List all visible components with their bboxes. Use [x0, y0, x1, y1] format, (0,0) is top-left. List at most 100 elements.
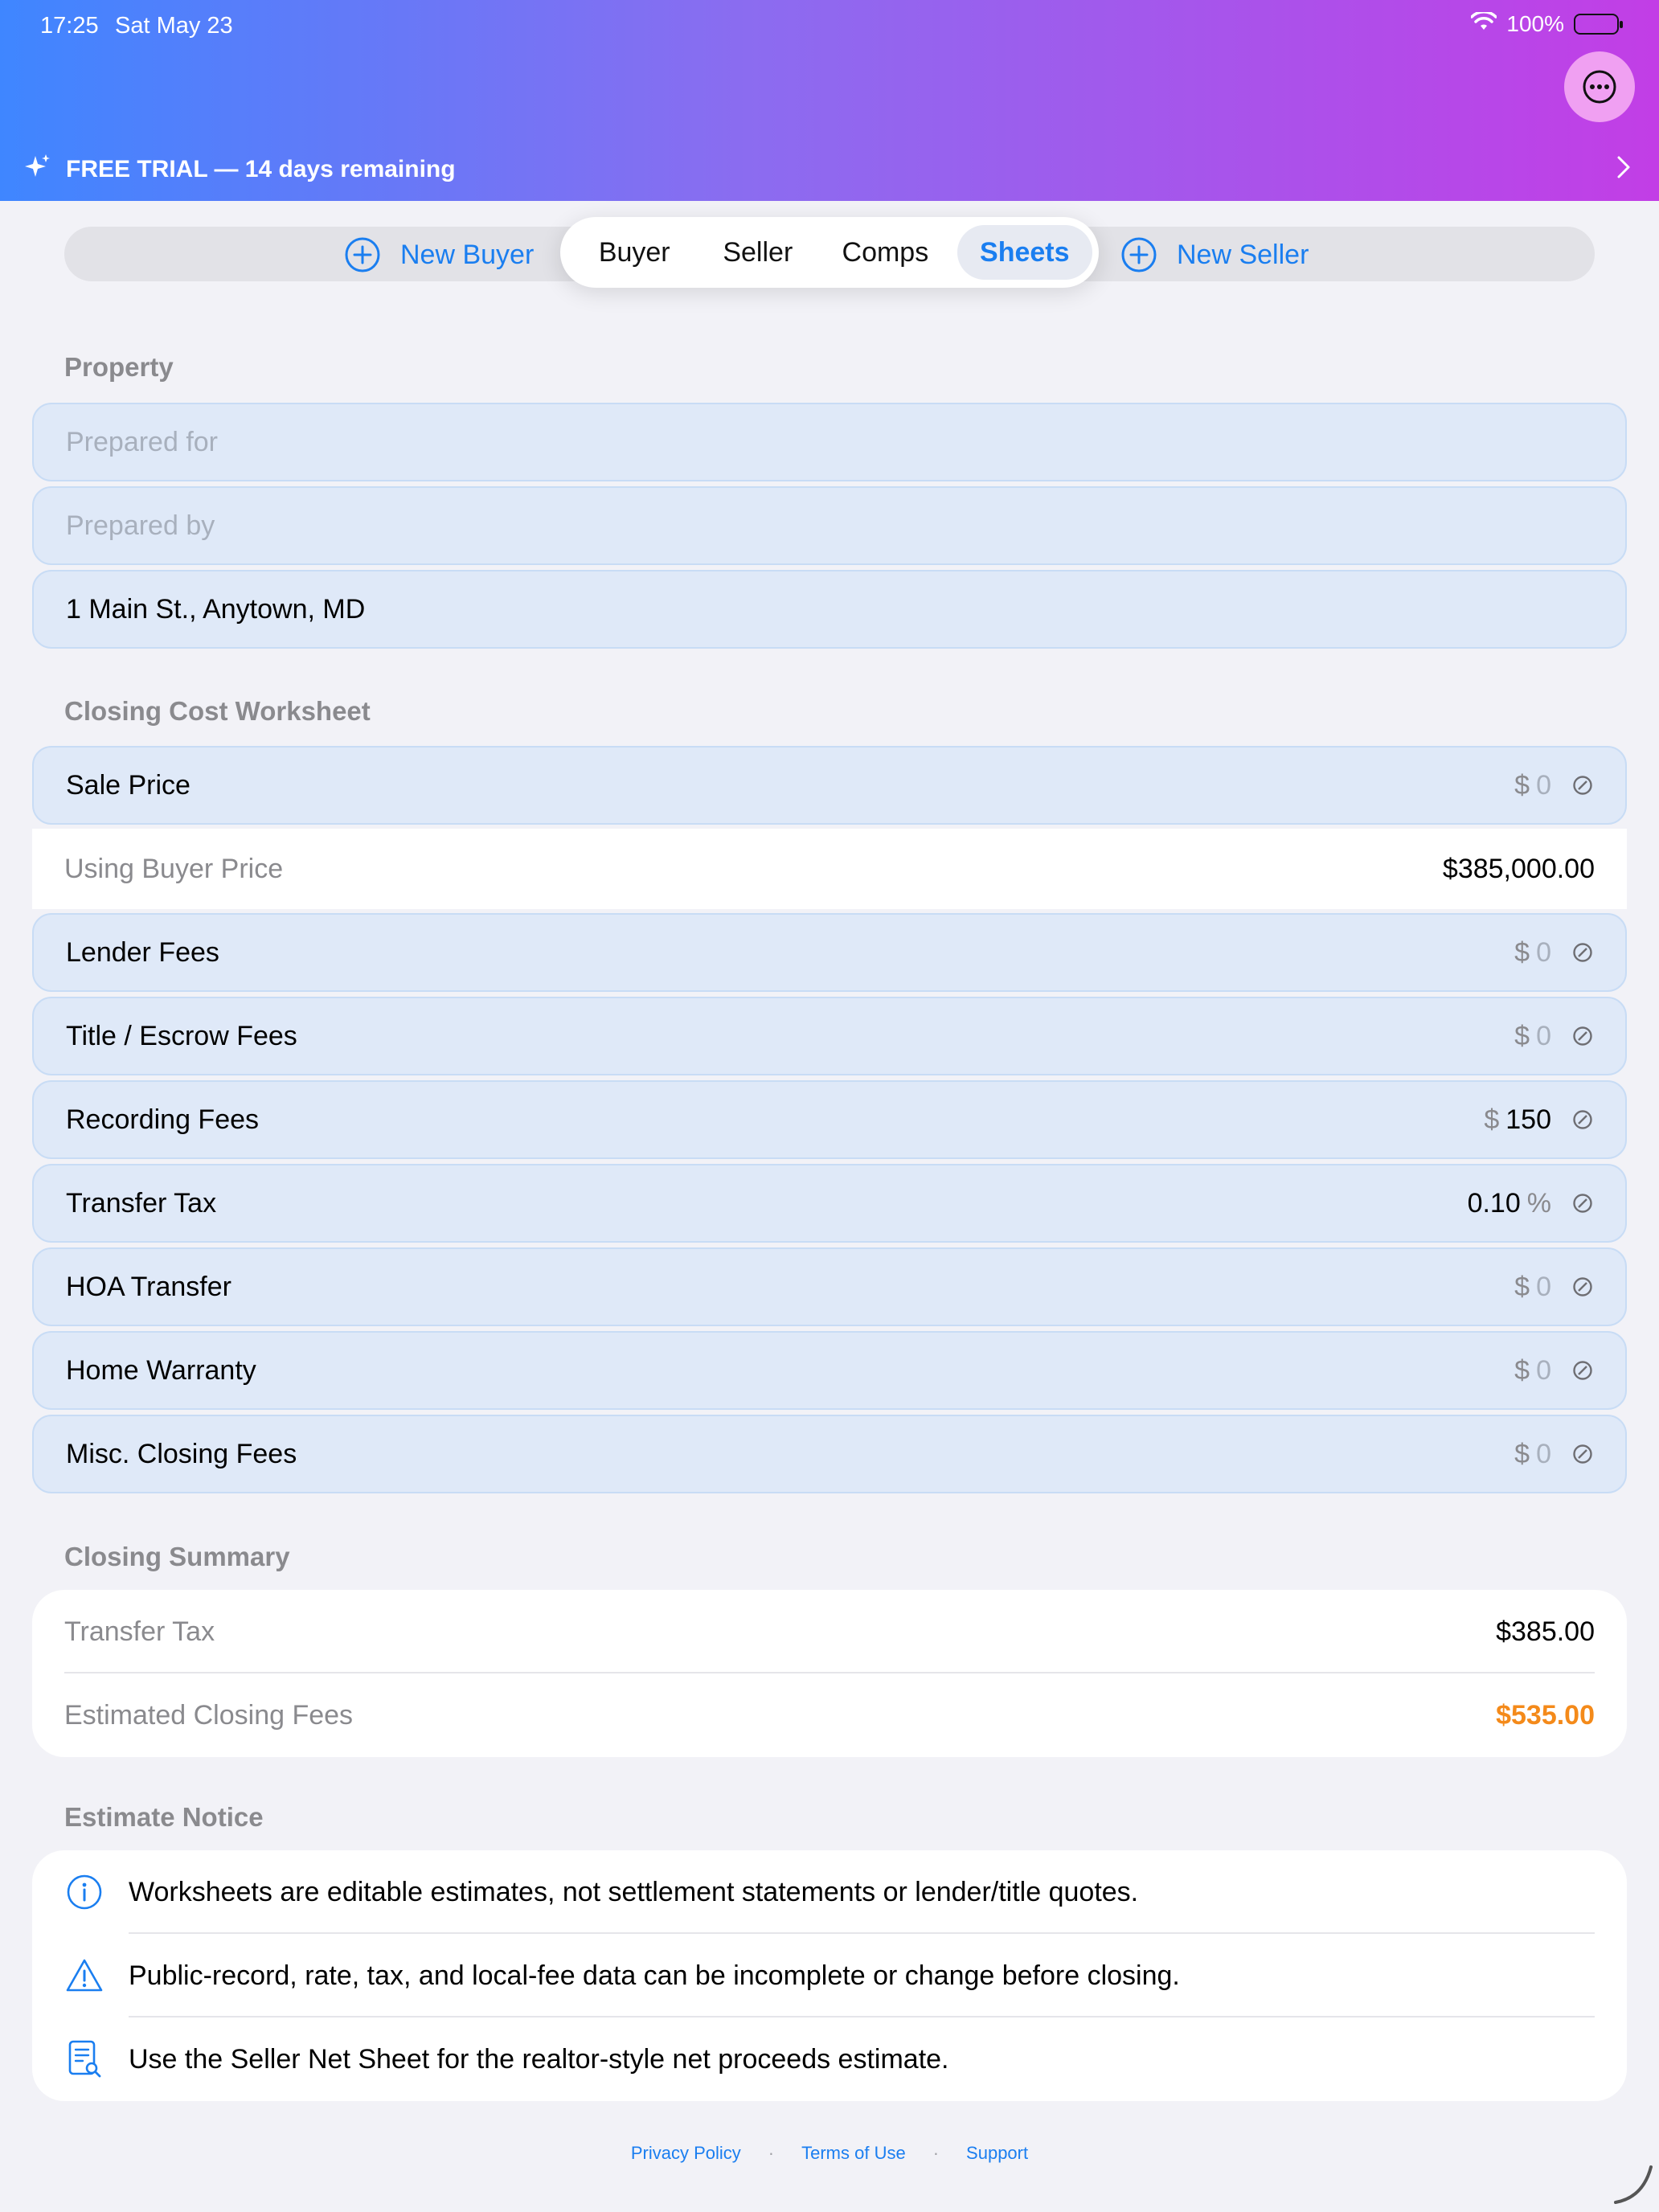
trial-text: FREE TRIAL — 14 days remaining	[66, 156, 456, 182]
status-right: 100%	[1470, 10, 1623, 37]
terms-of-use-link[interactable]: Terms of Use	[801, 2143, 906, 2164]
new-seller-button[interactable]: New Seller	[1120, 236, 1309, 273]
estimate-notice-card: Worksheets are editable estimates, not s…	[32, 1850, 1627, 2101]
currency-unit: $	[1514, 1354, 1530, 1386]
new-buyer-label: New Buyer	[400, 239, 535, 270]
property-section-title: Property	[64, 352, 174, 382]
misc-closing-field[interactable]: Misc. Closing Fees $0	[32, 1415, 1627, 1493]
worksheet-section-title: Closing Cost Worksheet	[64, 696, 371, 726]
new-seller-label: New Seller	[1177, 239, 1309, 270]
wifi-icon	[1470, 10, 1498, 37]
prepared-by-field[interactable]: Prepared by	[32, 486, 1627, 565]
summary-section-title: Closing Summary	[64, 1542, 290, 1571]
notice-text: Worksheets are editable estimates, not s…	[129, 1876, 1139, 1907]
new-buyer-button[interactable]: New Buyer	[344, 236, 534, 273]
summary-transfer-tax-label: Transfer Tax	[64, 1616, 215, 1647]
battery-icon	[1574, 14, 1623, 35]
more-menu-button[interactable]	[1564, 51, 1635, 122]
using-buyer-price-value: $385,000.00	[1442, 853, 1595, 884]
free-trial-banner[interactable]: FREE TRIAL — 14 days remaining	[24, 153, 456, 186]
clear-icon[interactable]	[1572, 942, 1593, 963]
chevron-right-icon[interactable]	[1616, 154, 1632, 184]
document-search-icon	[64, 2039, 104, 2079]
clear-icon[interactable]	[1572, 1026, 1593, 1047]
sale-price-field[interactable]: Sale Price $0	[32, 746, 1627, 825]
clear-icon[interactable]	[1572, 1444, 1593, 1464]
using-buyer-price-label: Using Buyer Price	[64, 853, 284, 884]
estimated-closing-fees-label: Estimated Closing Fees	[64, 1699, 354, 1731]
sale-price-label: Sale Price	[66, 769, 190, 801]
clear-icon[interactable]	[1572, 775, 1593, 796]
separator: ·	[932, 2143, 940, 2163]
estimated-closing-fees-value: $535.00	[1496, 1699, 1595, 1731]
battery-percent: 100%	[1506, 11, 1564, 36]
currency-unit: $	[1514, 1020, 1530, 1051]
prepared-for-placeholder: Prepared for	[66, 426, 218, 457]
sale-price-value[interactable]: 0	[1536, 770, 1551, 801]
plus-circle-icon	[345, 237, 380, 272]
header-banner: 17:25 Sat May 23 100% FREE TRIAL — 14 da…	[0, 0, 1659, 201]
estimated-closing-fees-row: Estimated Closing Fees $535.00	[32, 1673, 1627, 1757]
resize-handle-icon[interactable]	[1611, 2162, 1656, 2207]
tab-buyer[interactable]: Buyer	[567, 225, 702, 280]
footer-links: Privacy Policy · Terms of Use · Support	[0, 2143, 1659, 2164]
currency-unit: $	[1514, 769, 1530, 801]
summary-transfer-tax-row: Transfer Tax $385.00	[32, 1590, 1627, 1673]
currency-unit: $	[1514, 936, 1530, 968]
transfer-tax-field[interactable]: Transfer Tax 0.10%	[32, 1164, 1627, 1243]
separator: ·	[768, 2143, 775, 2163]
transfer-tax-label: Transfer Tax	[66, 1187, 217, 1219]
tab-comps[interactable]: Comps	[813, 225, 956, 280]
address-field[interactable]: 1 Main St., Anytown, MD	[32, 570, 1627, 649]
privacy-policy-link[interactable]: Privacy Policy	[631, 2143, 741, 2164]
misc-closing-label: Misc. Closing Fees	[66, 1438, 297, 1469]
clear-icon[interactable]	[1572, 1109, 1593, 1130]
hoa-transfer-label: HOA Transfer	[66, 1271, 231, 1302]
misc-closing-value[interactable]: 0	[1536, 1439, 1551, 1470]
recording-fees-field[interactable]: Recording Fees $150	[32, 1080, 1627, 1159]
currency-unit: $	[1514, 1271, 1530, 1302]
clear-icon[interactable]	[1572, 1360, 1593, 1381]
mode-segmented-control: Buyer Seller Comps Sheets	[560, 217, 1099, 288]
info-icon	[64, 1874, 104, 1911]
status-date: Sat May 23	[115, 13, 233, 39]
clear-icon[interactable]	[1572, 1276, 1593, 1297]
hoa-transfer-value[interactable]: 0	[1536, 1272, 1551, 1303]
lender-fees-value[interactable]: 0	[1536, 937, 1551, 969]
home-warranty-field[interactable]: Home Warranty $0	[32, 1331, 1627, 1410]
notice-item: Public-record, rate, tax, and local-fee …	[32, 1934, 1627, 2017]
title-escrow-label: Title / Escrow Fees	[66, 1020, 297, 1051]
notice-text: Use the Seller Net Sheet for the realtor…	[129, 2043, 949, 2075]
warning-icon	[64, 1958, 104, 1993]
transfer-tax-value[interactable]: 0.10	[1468, 1188, 1521, 1219]
clear-icon[interactable]	[1572, 1193, 1593, 1214]
title-escrow-value[interactable]: 0	[1536, 1021, 1551, 1052]
ellipsis-circle-icon	[1583, 70, 1616, 104]
hoa-transfer-field[interactable]: HOA Transfer $0	[32, 1247, 1627, 1326]
status-time: 17:25	[40, 13, 99, 39]
lender-fees-field[interactable]: Lender Fees $0	[32, 913, 1627, 992]
prepared-by-placeholder: Prepared by	[66, 510, 215, 541]
recording-fees-label: Recording Fees	[66, 1104, 260, 1135]
using-buyer-price-row: Using Buyer Price $385,000.00	[32, 829, 1627, 909]
prepared-for-field[interactable]: Prepared for	[32, 403, 1627, 481]
percent-unit: %	[1526, 1187, 1551, 1219]
notice-text: Public-record, rate, tax, and local-fee …	[129, 1960, 1180, 1991]
plus-circle-icon	[1121, 237, 1157, 272]
notice-item: Worksheets are editable estimates, not s…	[32, 1850, 1627, 1934]
notice-item: Use the Seller Net Sheet for the realtor…	[32, 2017, 1627, 2101]
currency-unit: $	[1514, 1438, 1530, 1469]
address-value: 1 Main St., Anytown, MD	[66, 593, 366, 625]
home-warranty-value[interactable]: 0	[1536, 1355, 1551, 1387]
lender-fees-label: Lender Fees	[66, 936, 219, 968]
home-warranty-label: Home Warranty	[66, 1354, 256, 1386]
tab-seller[interactable]: Seller	[702, 225, 813, 280]
summary-transfer-tax-value: $385.00	[1496, 1616, 1595, 1647]
notice-section-title: Estimate Notice	[64, 1802, 264, 1832]
tab-sheets[interactable]: Sheets	[956, 225, 1092, 280]
title-escrow-field[interactable]: Title / Escrow Fees $0	[32, 997, 1627, 1075]
currency-unit: $	[1484, 1104, 1500, 1135]
recording-fees-value[interactable]: 150	[1505, 1104, 1551, 1136]
support-link[interactable]: Support	[966, 2143, 1028, 2164]
sparkle-icon	[24, 153, 51, 186]
